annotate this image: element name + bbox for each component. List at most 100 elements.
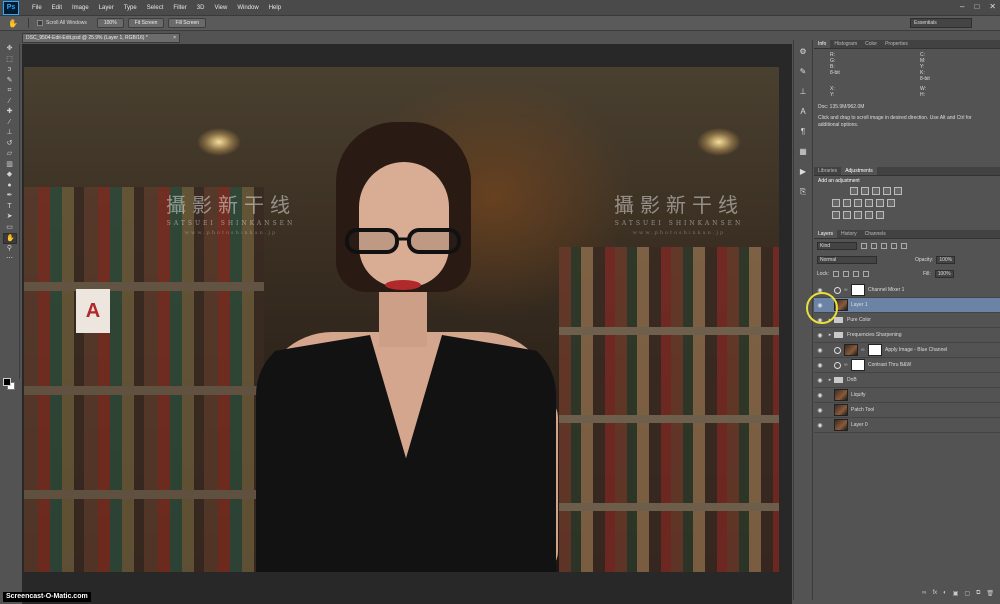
menu-3d[interactable]: 3D: [192, 5, 210, 11]
tab-properties[interactable]: Properties: [881, 40, 912, 48]
new-adjustment-icon[interactable]: ▣: [953, 590, 959, 600]
eraser-tool-icon[interactable]: ▱: [3, 149, 17, 160]
menu-window[interactable]: Window: [232, 5, 263, 11]
layer-row[interactable]: ◉ Liquify: [814, 388, 1000, 403]
lock-position-icon[interactable]: [852, 270, 859, 277]
fx-icon[interactable]: fx: [932, 590, 937, 600]
tab-histogram[interactable]: Histogram: [830, 40, 861, 48]
layer-mask-thumbnail[interactable]: [851, 284, 865, 296]
actions-icon[interactable]: ▶: [797, 166, 809, 178]
smart-object-filter-icon[interactable]: [901, 242, 907, 249]
vibrance-icon[interactable]: [894, 187, 902, 195]
layer-row[interactable]: ◉ ▸ DnB: [814, 373, 1000, 388]
threshold-icon[interactable]: [854, 211, 862, 219]
document-image[interactable]: A 攝影新干线 SATSUEI SHINKANSEN www.photoshin…: [24, 67, 779, 572]
new-layer-icon[interactable]: ⧉: [976, 590, 980, 600]
shape-filter-icon[interactable]: [891, 242, 897, 249]
close-icon[interactable]: ✕: [989, 2, 996, 11]
fill-screen-button[interactable]: Fill Screen: [168, 18, 207, 28]
tab-color[interactable]: Color: [861, 40, 881, 48]
zoom-tool-icon[interactable]: ⚲: [3, 244, 17, 255]
channel-mixer-icon[interactable]: [876, 199, 884, 207]
dodge-tool-icon[interactable]: ●: [3, 181, 17, 192]
eyedropper-tool-icon[interactable]: ⁄: [3, 97, 17, 108]
menu-filter[interactable]: Filter: [168, 5, 191, 11]
gradient-tool-icon[interactable]: ▥: [3, 160, 17, 171]
tool-presets-icon[interactable]: ⚙: [797, 46, 809, 58]
layer-name[interactable]: Layer 1: [851, 302, 1000, 308]
tab-channels[interactable]: Channels: [861, 230, 890, 238]
selective-color-icon[interactable]: [876, 211, 884, 219]
layer-row[interactable]: ◉ ∞ Contrast Thru B&W: [814, 358, 1000, 373]
visibility-eye-icon[interactable]: ◉: [814, 332, 826, 339]
chevron-right-icon[interactable]: ▸: [826, 332, 834, 338]
color-balance-icon[interactable]: [843, 199, 851, 207]
maximize-icon[interactable]: □: [974, 2, 979, 11]
adjustment-filter-icon[interactable]: [871, 242, 877, 249]
menu-select[interactable]: Select: [142, 5, 169, 11]
layer-name[interactable]: Contrast Thru B&W: [868, 362, 1000, 368]
tab-layers[interactable]: Layers: [814, 230, 838, 238]
brush-presets-icon[interactable]: ✎: [797, 66, 809, 78]
healing-brush-tool-icon[interactable]: ✚: [3, 107, 17, 118]
layer-name[interactable]: Pure Color: [847, 317, 1000, 323]
layer-row[interactable]: ◉ Layer 0: [814, 418, 1000, 433]
layer-name[interactable]: DnB: [847, 377, 1000, 383]
hand-tool-icon[interactable]: ✋: [2, 233, 17, 244]
menu-view[interactable]: View: [209, 5, 232, 11]
clone-stamp-tool-icon[interactable]: ⊥: [3, 128, 17, 139]
checkbox-box[interactable]: [37, 20, 43, 26]
move-tool-icon[interactable]: ✥: [3, 44, 17, 55]
posterize-icon[interactable]: [843, 211, 851, 219]
trash-icon[interactable]: 🗑: [986, 590, 994, 600]
tab-history[interactable]: History: [837, 230, 861, 238]
quick-select-tool-icon[interactable]: ✎: [3, 76, 17, 87]
hue-saturation-icon[interactable]: [832, 199, 840, 207]
more-tools-icon[interactable]: ⋯: [3, 254, 17, 265]
brush-tool-icon[interactable]: ⁄: [3, 118, 17, 129]
layer-name[interactable]: Liquify: [851, 392, 1000, 398]
history-brush-tool-icon[interactable]: ↺: [3, 139, 17, 150]
gradient-map-icon[interactable]: [865, 211, 873, 219]
clone-source-icon[interactable]: ⊥: [797, 86, 809, 98]
layer-row[interactable]: ◉ Layer 1: [814, 298, 1000, 313]
blur-tool-icon[interactable]: ◆: [3, 170, 17, 181]
add-mask-icon[interactable]: ◐: [943, 590, 947, 600]
scroll-all-windows-checkbox[interactable]: Scroll All Windows: [37, 20, 87, 26]
layer-row[interactable]: ◉ ▸ Pure Color: [814, 313, 1000, 328]
lasso-tool-icon[interactable]: ↄ: [3, 65, 17, 76]
curves-icon[interactable]: [872, 187, 880, 195]
layer-mask-thumbnail[interactable]: [868, 344, 882, 356]
glyph-icon[interactable]: ▦: [797, 146, 809, 158]
timeline-icon[interactable]: ⎘: [797, 186, 809, 198]
tab-libraries[interactable]: Libraries: [814, 167, 841, 175]
color-lookup-icon[interactable]: [887, 199, 895, 207]
layer-row[interactable]: ◉ ∞ Channel Mixer 1: [814, 283, 1000, 298]
layer-row[interactable]: ◉ ∞ Apply Image - Blue Channel: [814, 343, 1000, 358]
marquee-tool-icon[interactable]: ⬚: [3, 55, 17, 66]
menu-help[interactable]: Help: [264, 5, 286, 11]
lock-transparent-icon[interactable]: [832, 270, 839, 277]
exposure-icon[interactable]: [883, 187, 891, 195]
blend-mode-select[interactable]: Normal: [817, 255, 877, 264]
workspace-select[interactable]: Essentials: [910, 18, 972, 28]
layer-name[interactable]: Patch Tool: [851, 407, 1000, 413]
document-tab[interactable]: DSC_9504-Edit-Edit.psd @ 25.9% (Layer 1,…: [22, 33, 180, 43]
menu-file[interactable]: File: [27, 5, 47, 11]
foreground-color-swatch[interactable]: [3, 378, 11, 386]
type-tool-icon[interactable]: T: [3, 202, 17, 213]
tab-info[interactable]: Info: [814, 40, 831, 48]
visibility-eye-icon[interactable]: ◉: [814, 347, 826, 354]
fill-input[interactable]: 100%: [934, 269, 954, 278]
type-filter-icon[interactable]: [881, 242, 887, 249]
layer-name[interactable]: Channel Mixer 1: [868, 287, 1000, 293]
layer-name[interactable]: Frequencies Sharpening: [847, 332, 1000, 338]
pixel-filter-icon[interactable]: [861, 242, 867, 249]
layer-row[interactable]: ◉ ▸ Frequencies Sharpening: [814, 328, 1000, 343]
filter-kind-select[interactable]: Kind: [817, 241, 857, 250]
layer-name[interactable]: Apply Image - Blue Channel: [885, 347, 1000, 353]
photo-filter-icon[interactable]: [865, 199, 873, 207]
black-white-icon[interactable]: [854, 199, 862, 207]
layer-row[interactable]: ◉ Patch Tool: [814, 403, 1000, 418]
opacity-input[interactable]: 100%: [936, 255, 956, 264]
